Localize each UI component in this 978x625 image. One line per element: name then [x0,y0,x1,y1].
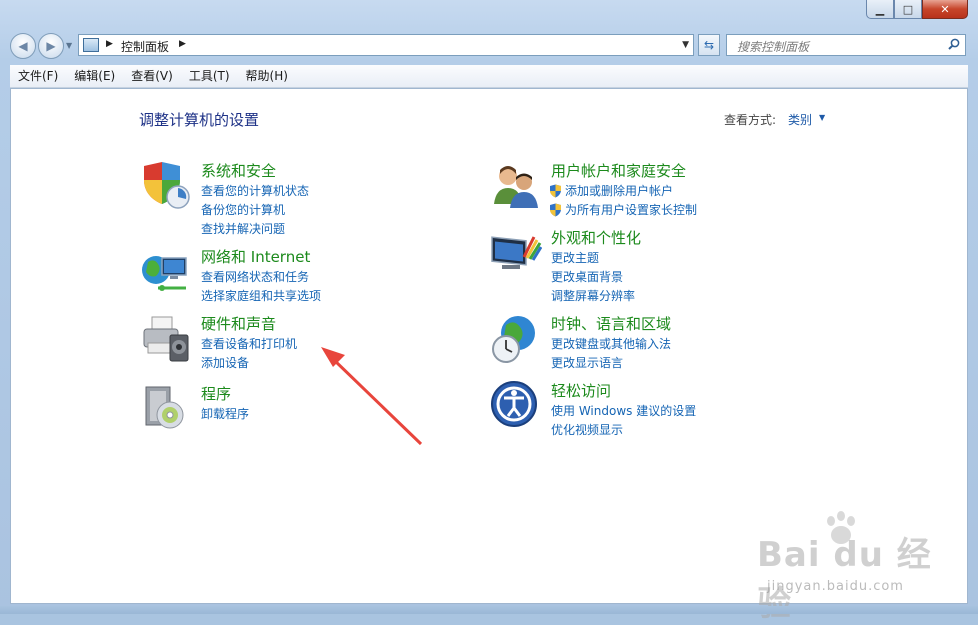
forward-button[interactable]: ▶ [38,33,64,59]
menu-bar: 文件(F) 编辑(E) 查看(V) 工具(T) 帮助(H) [10,65,968,88]
close-button[interactable]: ✕ [922,0,968,19]
category-title[interactable]: 硬件和声音 [201,313,276,334]
watermark-url: jingyan.baidu.com [767,579,904,594]
back-button[interactable]: ◀ [10,33,36,59]
category-title[interactable]: 用户帐户和家庭安全 [551,160,686,181]
category-title[interactable]: 系统和安全 [201,160,276,181]
refresh-icon: ⇆ [703,38,715,52]
users-icon[interactable] [490,160,542,212]
category-user-accounts: 用户帐户和家庭安全 添加或删除用户帐户 为所有用户设置家长控制 [490,160,850,220]
content-area: 调整计算机的设置 查看方式: 类别 ▼ 系统和安全 查看您的计算机状态 备份您的… [10,88,968,624]
link-text[interactable]: 为所有用户设置家长控制 [565,201,697,218]
globe-clock-icon[interactable] [490,313,542,365]
link-change-keyboard-input[interactable]: 更改键盘或其他输入法 [551,334,671,353]
category-title[interactable]: 程序 [201,383,231,404]
category-appearance: 外观和个性化 更改主题 更改桌面背景 调整屏幕分辨率 [490,227,850,307]
address-bar[interactable]: ▶ 控制面板 ▶ ▼ [78,34,694,56]
view-by-dropdown[interactable]: 类别 [788,111,812,128]
category-title[interactable]: 外观和个性化 [551,227,641,248]
annotation-arrow [321,347,423,446]
view-by-label: 查看方式: [724,113,777,127]
printer-icon[interactable] [140,313,192,365]
link-view-computer-status[interactable]: 查看您的计算机状态 [201,181,309,200]
category-title[interactable]: 时钟、语言和区域 [551,313,671,334]
link-homegroup-sharing[interactable]: 选择家庭组和共享选项 [201,286,321,305]
menu-view[interactable]: 查看(V) [123,65,181,87]
control-panel-icon [83,38,99,52]
title-bar: ▁ □ ✕ [0,0,978,28]
refresh-button[interactable]: ⇆ [698,34,720,56]
close-icon: ✕ [940,2,950,16]
category-clock-language-region: 时钟、语言和区域 更改键盘或其他输入法 更改显示语言 [490,313,850,379]
category-system-security: 系统和安全 查看您的计算机状态 备份您的计算机 查找并解决问题 [140,160,470,240]
category-network-internet: 网络和 Internet 查看网络状态和任务 选择家庭组和共享选项 [140,246,470,310]
address-dropdown-icon[interactable]: ▼ [682,40,689,50]
navigation-bar: ◀ ▶ ▼ ▶ 控制面板 ▶ ▼ ⇆ 搜索控制面板 [0,30,978,62]
link-add-device[interactable]: 添加设备 [201,353,297,372]
programs-icon[interactable] [140,383,192,435]
history-dropdown-icon[interactable]: ▼ [66,41,72,50]
minimize-icon: ▁ [875,2,885,16]
category-title[interactable]: 网络和 Internet [201,246,310,267]
breadcrumb-separator-icon[interactable]: ▶ [106,39,113,49]
breadcrumb-separator-icon[interactable]: ▶ [179,39,186,49]
back-arrow-icon: ◀ [18,39,28,53]
search-input[interactable]: 搜索控制面板 [737,38,809,55]
menu-help[interactable]: 帮助(H) [238,65,296,87]
menu-file[interactable]: 文件(F) [10,65,66,87]
category-title[interactable]: 轻松访问 [551,380,611,401]
search-box[interactable]: 搜索控制面板 [726,34,966,56]
network-icon[interactable] [140,246,192,298]
search-icon[interactable] [948,38,960,50]
uac-shield-icon [550,184,561,197]
uac-shield-icon [550,203,561,216]
breadcrumb-control-panel[interactable]: 控制面板 [121,38,169,55]
link-devices-printers[interactable]: 查看设备和打印机 [201,334,297,353]
monitor-icon[interactable] [490,227,542,279]
link-recommended-settings[interactable]: 使用 Windows 建议的设置 [551,401,696,420]
minimize-button[interactable]: ▁ [866,0,894,19]
link-change-display-language[interactable]: 更改显示语言 [551,353,671,372]
forward-arrow-icon: ▶ [46,39,56,53]
menu-edit[interactable]: 编辑(E) [66,65,123,87]
link-change-theme[interactable]: 更改主题 [551,248,635,267]
shield-icon[interactable] [140,160,192,212]
maximize-icon: □ [902,2,914,16]
link-troubleshoot[interactable]: 查找并解决问题 [201,219,309,238]
maximize-button[interactable]: □ [894,0,922,19]
page-title: 调整计算机的设置 [139,111,260,129]
control-panel-window: ▁ □ ✕ ◀ ▶ ▼ ▶ 控制面板 ▶ ▼ ⇆ 搜索控制面板 文件(F) 编辑… [0,0,978,624]
accessibility-icon[interactable] [490,380,542,432]
view-by-chevron-down-icon[interactable]: ▼ [819,113,825,122]
window-bottom-border [0,606,978,614]
link-uninstall-program[interactable]: 卸载程序 [201,404,249,423]
baidu-jingyan-watermark: Bai du 经验 jingyan.baidu.com [749,507,959,624]
link-change-desktop-background[interactable]: 更改桌面背景 [551,267,635,286]
link-parental-controls[interactable]: 为所有用户设置家长控制 [550,200,697,219]
link-add-remove-accounts[interactable]: 添加或删除用户帐户 [550,181,697,200]
menu-tools[interactable]: 工具(T) [181,65,238,87]
link-view-network-status[interactable]: 查看网络状态和任务 [201,267,321,286]
link-adjust-resolution[interactable]: 调整屏幕分辨率 [551,286,635,305]
link-backup-computer[interactable]: 备份您的计算机 [201,200,309,219]
category-ease-of-access: 轻松访问 使用 Windows 建议的设置 优化视频显示 [490,380,850,446]
link-optimize-video-display[interactable]: 优化视频显示 [551,420,696,439]
link-text[interactable]: 添加或删除用户帐户 [565,182,673,199]
